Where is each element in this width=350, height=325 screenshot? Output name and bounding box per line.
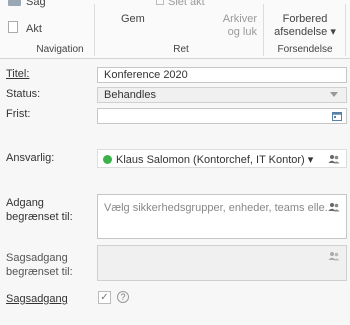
ribbon-divider [263,4,264,56]
help-glyph: ? [120,292,126,302]
ribbon: Sag Akt Navigation Gem Slet akt Arkiver … [0,0,350,59]
arkiver-og-luk-button[interactable]: Arkiver og luk [219,13,257,39]
akt-button[interactable]: Akt [26,23,42,35]
checkmark-icon: ✓ [100,292,109,303]
slet-akt-button[interactable]: Slet akt [168,0,205,8]
ansvarlig-label: Ansvarlig: [6,152,55,164]
adgang-placeholder: Vælg sikkerhedsgrupper, enheder, teams e… [104,202,334,214]
calendar-icon[interactable] [332,111,342,121]
chevron-down-icon [330,92,338,97]
forbered-line-2: afsendelse ▾ [274,26,336,38]
arkiver-line-1: Arkiver [222,13,257,25]
status-label: Status: [6,88,41,100]
frist-label: Frist: [6,108,31,120]
delete-icon [156,0,164,5]
people-icon[interactable] [328,154,340,165]
titel-label: Titel: [6,68,29,80]
group-ret: Ret [173,44,189,55]
arkiver-line-2: og luk [227,26,257,38]
group-navigation: Navigation [36,44,84,55]
forbered-afsendelse-button[interactable]: Forbered afsendelse ▾ [268,13,342,39]
adgang-label-line-2: begrænset til: [6,211,73,223]
case-icon[interactable] [8,0,21,6]
ansvarlig-value: Klaus Salomon (Kontorchef, IT Kontor) ▾ [116,154,314,166]
frist-date-input[interactable] [97,108,347,124]
ribbon-divider [94,4,95,56]
help-icon[interactable]: ? [117,291,129,303]
sagsadgang-checkbox[interactable]: ✓ [98,291,111,304]
status-dot-icon [103,155,112,164]
sag-button[interactable]: Sag [26,0,46,8]
status-select[interactable]: Behandles [97,87,347,103]
people-icon[interactable] [328,202,340,213]
sagsadgang-check-label-text: Sagsadgang [6,293,68,305]
titel-input[interactable]: Konference 2020 [97,67,347,83]
sagsadgang-check-label: Sagsadgang [6,293,68,305]
people-icon [328,252,340,261]
titel-value: Konference 2020 [104,69,188,81]
sagsadgang-label-line-2: begrænset til: [6,266,73,278]
gem-button[interactable]: Gem [121,13,145,25]
document-icon [8,21,18,33]
adgang-label-line-1: Adgang [6,197,44,209]
adgang-label: Adgang begrænset til: [6,196,73,224]
status-value: Behandles [104,89,156,101]
titel-label-text: Titel: [6,68,30,80]
forbered-line-1: Forbered [282,13,328,25]
adgang-input[interactable]: Vælg sikkerhedsgrupper, enheder, teams e… [97,194,347,239]
group-forsendelse: Forsendelse [277,44,333,55]
ribbon-divider [345,4,346,56]
sagsadgang-input [97,245,347,281]
sagsadgang-label: Sagsadgang begrænset til: [6,251,73,279]
ansvarlig-picker[interactable]: Klaus Salomon (Kontorchef, IT Kontor) ▾ [97,149,347,168]
sagsadgang-label-line-1: Sagsadgang [6,252,68,264]
